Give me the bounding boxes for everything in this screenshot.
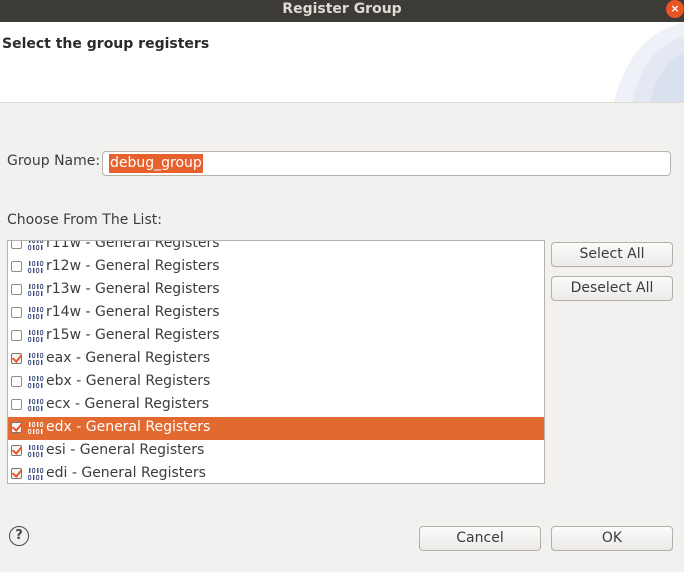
register-label: r11w - General Registers (46, 240, 220, 251)
binary-register-icon (27, 241, 44, 251)
close-icon: × (670, 2, 680, 15)
register-label: edi - General Registers (46, 465, 206, 481)
register-checkbox[interactable] (11, 445, 22, 456)
register-checkbox[interactable] (11, 330, 22, 341)
register-checkbox[interactable] (11, 399, 22, 410)
list-item[interactable]: eax - General Registers (8, 348, 544, 371)
binary-register-icon (27, 306, 44, 320)
register-checkbox[interactable] (11, 468, 22, 479)
binary-register-icon (27, 260, 44, 274)
list-item[interactable]: r15w - General Registers (8, 325, 544, 348)
list-item[interactable]: r14w - General Registers (8, 302, 544, 325)
register-label: r12w - General Registers (46, 258, 220, 274)
register-list[interactable]: r11w - General Registers r12w - General R… (7, 240, 545, 484)
header-title: Select the group registers (2, 36, 210, 52)
register-checkbox[interactable] (11, 261, 22, 272)
register-label: ebx - General Registers (46, 373, 211, 389)
list-item[interactable]: r11w - General Registers (8, 240, 544, 256)
binary-register-icon (27, 444, 44, 458)
banner-decoration (614, 22, 684, 102)
deselect-all-button[interactable]: Deselect All (551, 276, 673, 301)
list-item[interactable]: r12w - General Registers (8, 256, 544, 279)
list-item[interactable]: ebx - General Registers (8, 371, 544, 394)
register-checkbox[interactable] (11, 307, 22, 318)
choose-list-label: Choose From The List: (7, 212, 162, 228)
group-name-input[interactable]: debug_group (102, 151, 671, 176)
register-checkbox[interactable] (11, 422, 22, 433)
title-bar: Register Group × (0, 0, 684, 22)
binary-register-icon (27, 375, 44, 389)
select-all-button[interactable]: Select All (551, 242, 673, 267)
ok-button[interactable]: OK (551, 526, 673, 551)
register-label: edx - General Registers (46, 419, 211, 435)
binary-register-icon (27, 283, 44, 297)
binary-register-icon (27, 329, 44, 343)
binary-register-icon (27, 467, 44, 481)
group-name-label: Group Name: (7, 153, 101, 169)
register-label: r15w - General Registers (46, 327, 220, 343)
list-item[interactable]: r13w - General Registers (8, 279, 544, 302)
register-checkbox[interactable] (11, 376, 22, 387)
register-checkbox[interactable] (11, 353, 22, 364)
register-label: r14w - General Registers (46, 304, 220, 320)
binary-register-icon (27, 421, 44, 435)
binary-register-icon (27, 352, 44, 366)
register-label: eax - General Registers (46, 350, 210, 366)
close-button[interactable]: × (666, 0, 684, 18)
group-name-value: debug_group (109, 154, 203, 173)
list-item[interactable]: edx - General Registers (8, 417, 544, 440)
cancel-button[interactable]: Cancel (419, 526, 541, 551)
window-title: Register Group (282, 1, 402, 17)
help-icon[interactable]: ? (9, 526, 29, 546)
header-banner: Select the group registers (0, 22, 684, 102)
register-list-items: r11w - General Registers r12w - General R… (8, 240, 544, 483)
register-label: ecx - General Registers (46, 396, 210, 412)
list-item[interactable]: ecx - General Registers (8, 394, 544, 417)
register-checkbox[interactable] (11, 284, 22, 295)
list-item[interactable]: esi - General Registers (8, 440, 544, 463)
register-label: r13w - General Registers (46, 281, 220, 297)
header-separator (0, 102, 684, 103)
list-item[interactable]: edi - General Registers (8, 463, 544, 483)
register-checkbox[interactable] (11, 241, 22, 249)
binary-register-icon (27, 398, 44, 412)
register-label: esi - General Registers (46, 442, 205, 458)
